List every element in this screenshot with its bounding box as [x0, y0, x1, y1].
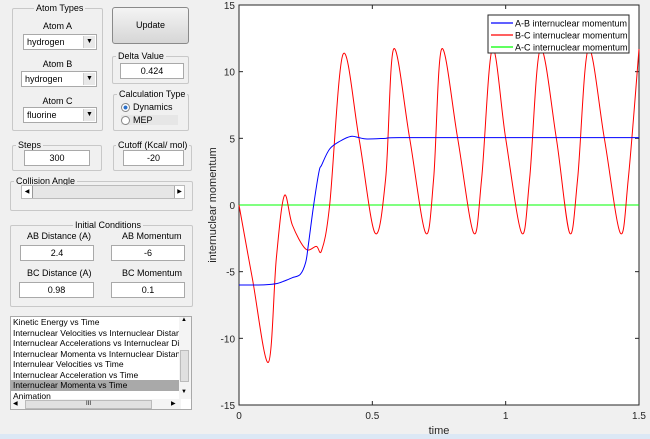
- scroll-up-icon[interactable]: ▲: [181, 317, 187, 323]
- atom-b-label: Atom B: [42, 59, 73, 69]
- cutoff-input[interactable]: -20: [123, 150, 184, 166]
- scroll-thumb[interactable]: [180, 350, 189, 382]
- steps-input[interactable]: 300: [24, 150, 90, 166]
- x-tick-label: 0: [236, 411, 242, 422]
- y-tick-label: 15: [224, 1, 236, 12]
- y-tick-label: -15: [221, 401, 236, 412]
- legend-entry: A-C internuclear momentum: [515, 43, 628, 53]
- x-tick-label: 0.5: [365, 411, 379, 422]
- atom-types-title: Atom Types: [34, 3, 86, 13]
- calc-type-group: Calculation Type Dynamics MEP: [113, 89, 189, 131]
- list-item[interactable]: Internuclear Momenta vs Time: [11, 380, 180, 391]
- atom-types-group: Atom Types Atom A hydrogen ▼ Atom B hydro…: [12, 3, 103, 131]
- list-item[interactable]: Internuclear Momenta vs Internuclear Dis…: [11, 349, 189, 360]
- bc-distance-input[interactable]: 0.98: [19, 282, 94, 298]
- chevron-down-icon[interactable]: ▼: [83, 73, 95, 85]
- y-tick-label: -5: [226, 268, 235, 279]
- scroll-down-icon[interactable]: ▼: [181, 389, 187, 395]
- h-scroll-thumb[interactable]: III: [25, 400, 152, 409]
- list-item[interactable]: Internuclear Acceleration vs Time: [11, 370, 180, 381]
- bc-momentum-input[interactable]: 0.1: [111, 282, 185, 298]
- atom-a-label: Atom A: [42, 21, 72, 31]
- chevron-down-icon[interactable]: ▼: [83, 109, 95, 121]
- atom-a-value: hydrogen: [27, 37, 65, 47]
- bc-distance-label: BC Distance (A): [27, 268, 92, 278]
- plot-type-listbox[interactable]: Kinetic Energy vs Time Internuclear Veloc…: [10, 316, 192, 410]
- initial-conditions-title: Initial Conditions: [73, 220, 144, 230]
- x-tick-label: 1: [503, 411, 509, 422]
- y-tick-label: 0: [229, 201, 235, 212]
- list-item[interactable]: Internuclear Accelerations vs Internucle…: [11, 338, 191, 349]
- y-axis-label: internuclear momentum: [207, 147, 219, 263]
- legend-entry: B-C internuclear momentum: [515, 31, 628, 41]
- horizontal-scrollbar[interactable]: ◀ III ▶: [11, 399, 181, 409]
- atom-b-value: hydrogen: [25, 74, 63, 84]
- steps-group: Steps 300: [12, 140, 102, 171]
- update-button[interactable]: Update: [112, 7, 189, 44]
- atom-c-label: Atom C: [42, 96, 73, 106]
- slider-thumb[interactable]: [32, 186, 33, 198]
- legend-entry: A-B internuclear momentum: [515, 19, 627, 29]
- list-item[interactable]: Internulear Velocities vs Time: [11, 359, 180, 370]
- atom-b-select[interactable]: hydrogen ▼: [21, 71, 97, 87]
- collision-angle-slider[interactable]: ◀ ▶: [21, 185, 185, 199]
- scroll-right-icon[interactable]: ▶: [174, 186, 184, 198]
- momentum-chart: 151050-5-10-150 0.5 1 1.5timeinternuclear m…: [207, 1, 646, 434]
- radio-mep-label: MEP: [133, 115, 153, 125]
- y-tick-label: -10: [221, 334, 236, 345]
- delta-input[interactable]: 0.424: [120, 63, 184, 79]
- atom-c-select[interactable]: fluorine ▼: [23, 107, 97, 123]
- scroll-left-icon[interactable]: ◀: [22, 186, 32, 198]
- ab-momentum-input[interactable]: -6: [111, 245, 185, 261]
- radio-dynamics-label: Dynamics: [133, 102, 173, 112]
- initial-conditions-group: Initial Conditions AB Distance (A) AB Mo…: [10, 220, 193, 307]
- cutoff-title: Cutoff (Kcal/ mol): [116, 140, 190, 150]
- collision-angle-group: Collision Angle ◀ ▶: [10, 176, 193, 211]
- delta-group: Delta Value 0.424: [112, 51, 189, 84]
- delta-title: Delta Value: [116, 51, 166, 61]
- atom-c-value: fluorine: [27, 110, 57, 120]
- calc-type-title: Calculation Type: [117, 89, 188, 99]
- radio-selected-icon[interactable]: [121, 102, 130, 112]
- list-item[interactable]: Internuclear Velocities vs Internuclear …: [11, 328, 190, 339]
- vertical-scrollbar[interactable]: ▲ ▼: [179, 317, 191, 399]
- scroll-right-icon[interactable]: ▶: [171, 400, 176, 407]
- chevron-down-icon[interactable]: ▼: [83, 36, 95, 48]
- scroll-left-icon[interactable]: ◀: [13, 400, 18, 407]
- bc-momentum-label: BC Momentum: [122, 268, 183, 278]
- radio-mep[interactable]: MEP: [121, 115, 178, 125]
- atom-a-select[interactable]: hydrogen ▼: [23, 34, 97, 50]
- radio-unselected-icon[interactable]: [121, 115, 130, 125]
- y-tick-label: 5: [229, 134, 235, 145]
- window-bottom-strip: [0, 434, 650, 439]
- y-tick-label: 10: [224, 68, 236, 79]
- x-tick-label: 1.5: [632, 411, 646, 422]
- ab-distance-input[interactable]: 2.4: [20, 245, 94, 261]
- ab-momentum-label: AB Momentum: [122, 231, 182, 241]
- list-item[interactable]: Kinetic Energy vs Time: [11, 317, 180, 328]
- x-axis-label: time: [429, 425, 450, 434]
- ab-distance-label: AB Distance (A): [27, 231, 92, 241]
- cutoff-group: Cutoff (Kcal/ mol) -20: [113, 140, 192, 171]
- radio-dynamics[interactable]: Dynamics: [121, 102, 173, 112]
- steps-title: Steps: [16, 140, 44, 150]
